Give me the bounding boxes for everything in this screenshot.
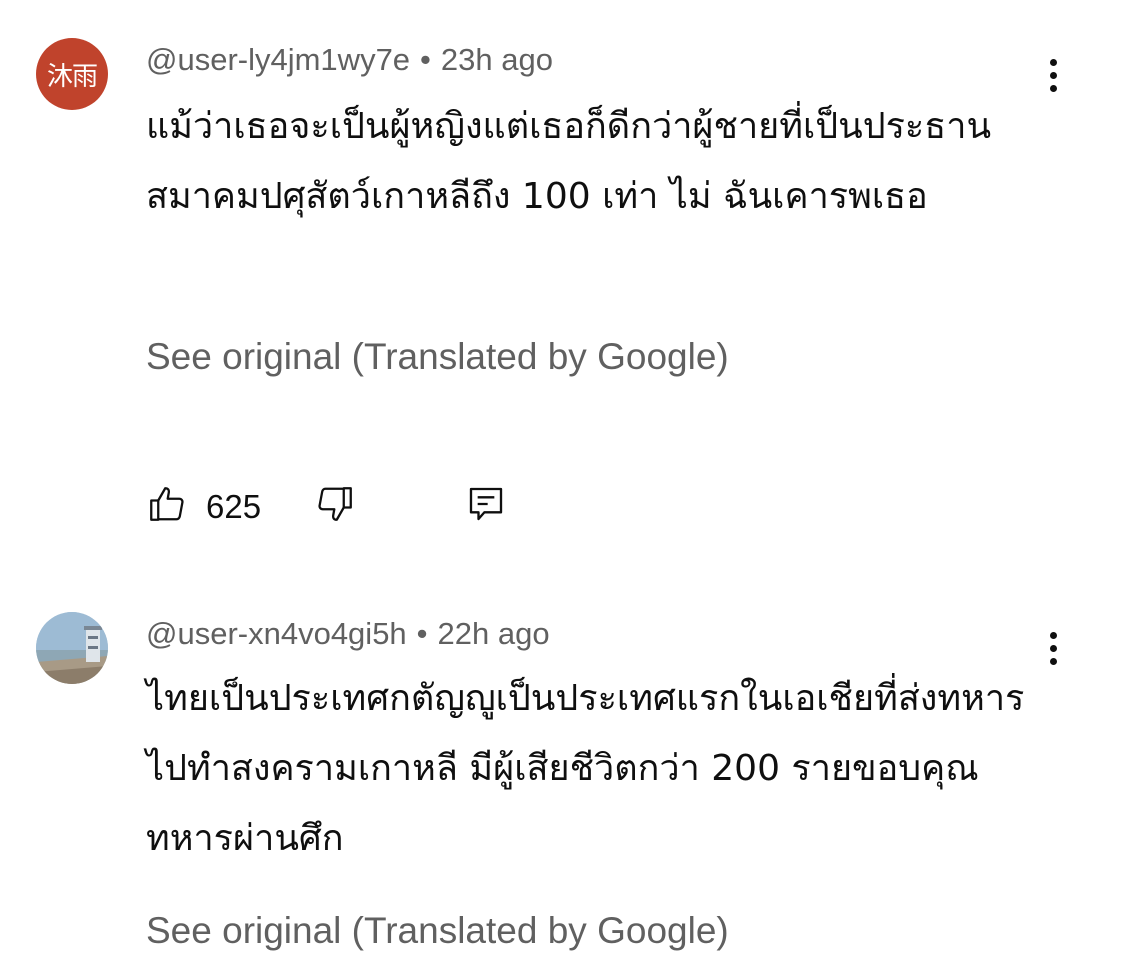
comment: @user-xn4vo4gi5h • 22h ago ไทยเป็นประเทศกต… <box>0 580 1125 977</box>
author-handle[interactable]: @user-ly4jm1wy7e <box>146 42 410 77</box>
like-button[interactable] <box>146 482 188 530</box>
comment-time[interactable]: 23h ago <box>441 42 553 77</box>
separator-dot: • <box>416 616 428 651</box>
dislike-button[interactable] <box>314 482 356 530</box>
comment-text: แม้ว่าเธอจะเป็นผู้หญิงแต่เธอก็ดีกว่าผู้ช… <box>146 106 992 217</box>
comment-time[interactable]: 22h ago <box>438 616 550 651</box>
like-count: 625 <box>206 488 262 525</box>
reply-icon <box>469 487 503 521</box>
comment-meta: @user-ly4jm1wy7e • 23h ago <box>146 42 553 78</box>
comment: 沐雨 @user-ly4jm1wy7e • 23h ago แม้ว่าเธอจะเ… <box>0 0 1125 580</box>
avatar[interactable]: 沐雨 <box>36 38 108 110</box>
more-vertical-icon <box>1049 58 1057 66</box>
thumbs-up-icon <box>150 487 184 521</box>
more-vertical-icon <box>1049 631 1057 639</box>
thumbs-down-icon <box>318 487 352 521</box>
comment-meta: @user-xn4vo4gi5h • 22h ago <box>146 616 550 652</box>
see-original-link[interactable]: See original (Translated by Google) <box>146 910 729 952</box>
avatar-initials: 沐雨 <box>46 61 98 92</box>
comment-actions: 625 <box>146 482 566 532</box>
reply-button[interactable] <box>466 482 506 530</box>
separator-dot: • <box>420 42 431 77</box>
comment-text: ไทยเป็นประเทศกตัญญูเป็นประเทศแรกในเอเชีย… <box>146 678 1025 859</box>
avatar[interactable] <box>36 612 108 684</box>
author-handle[interactable]: @user-xn4vo4gi5h <box>146 616 407 651</box>
see-original-link[interactable]: See original (Translated by Google) <box>146 336 729 378</box>
avatar-photo <box>36 612 108 684</box>
